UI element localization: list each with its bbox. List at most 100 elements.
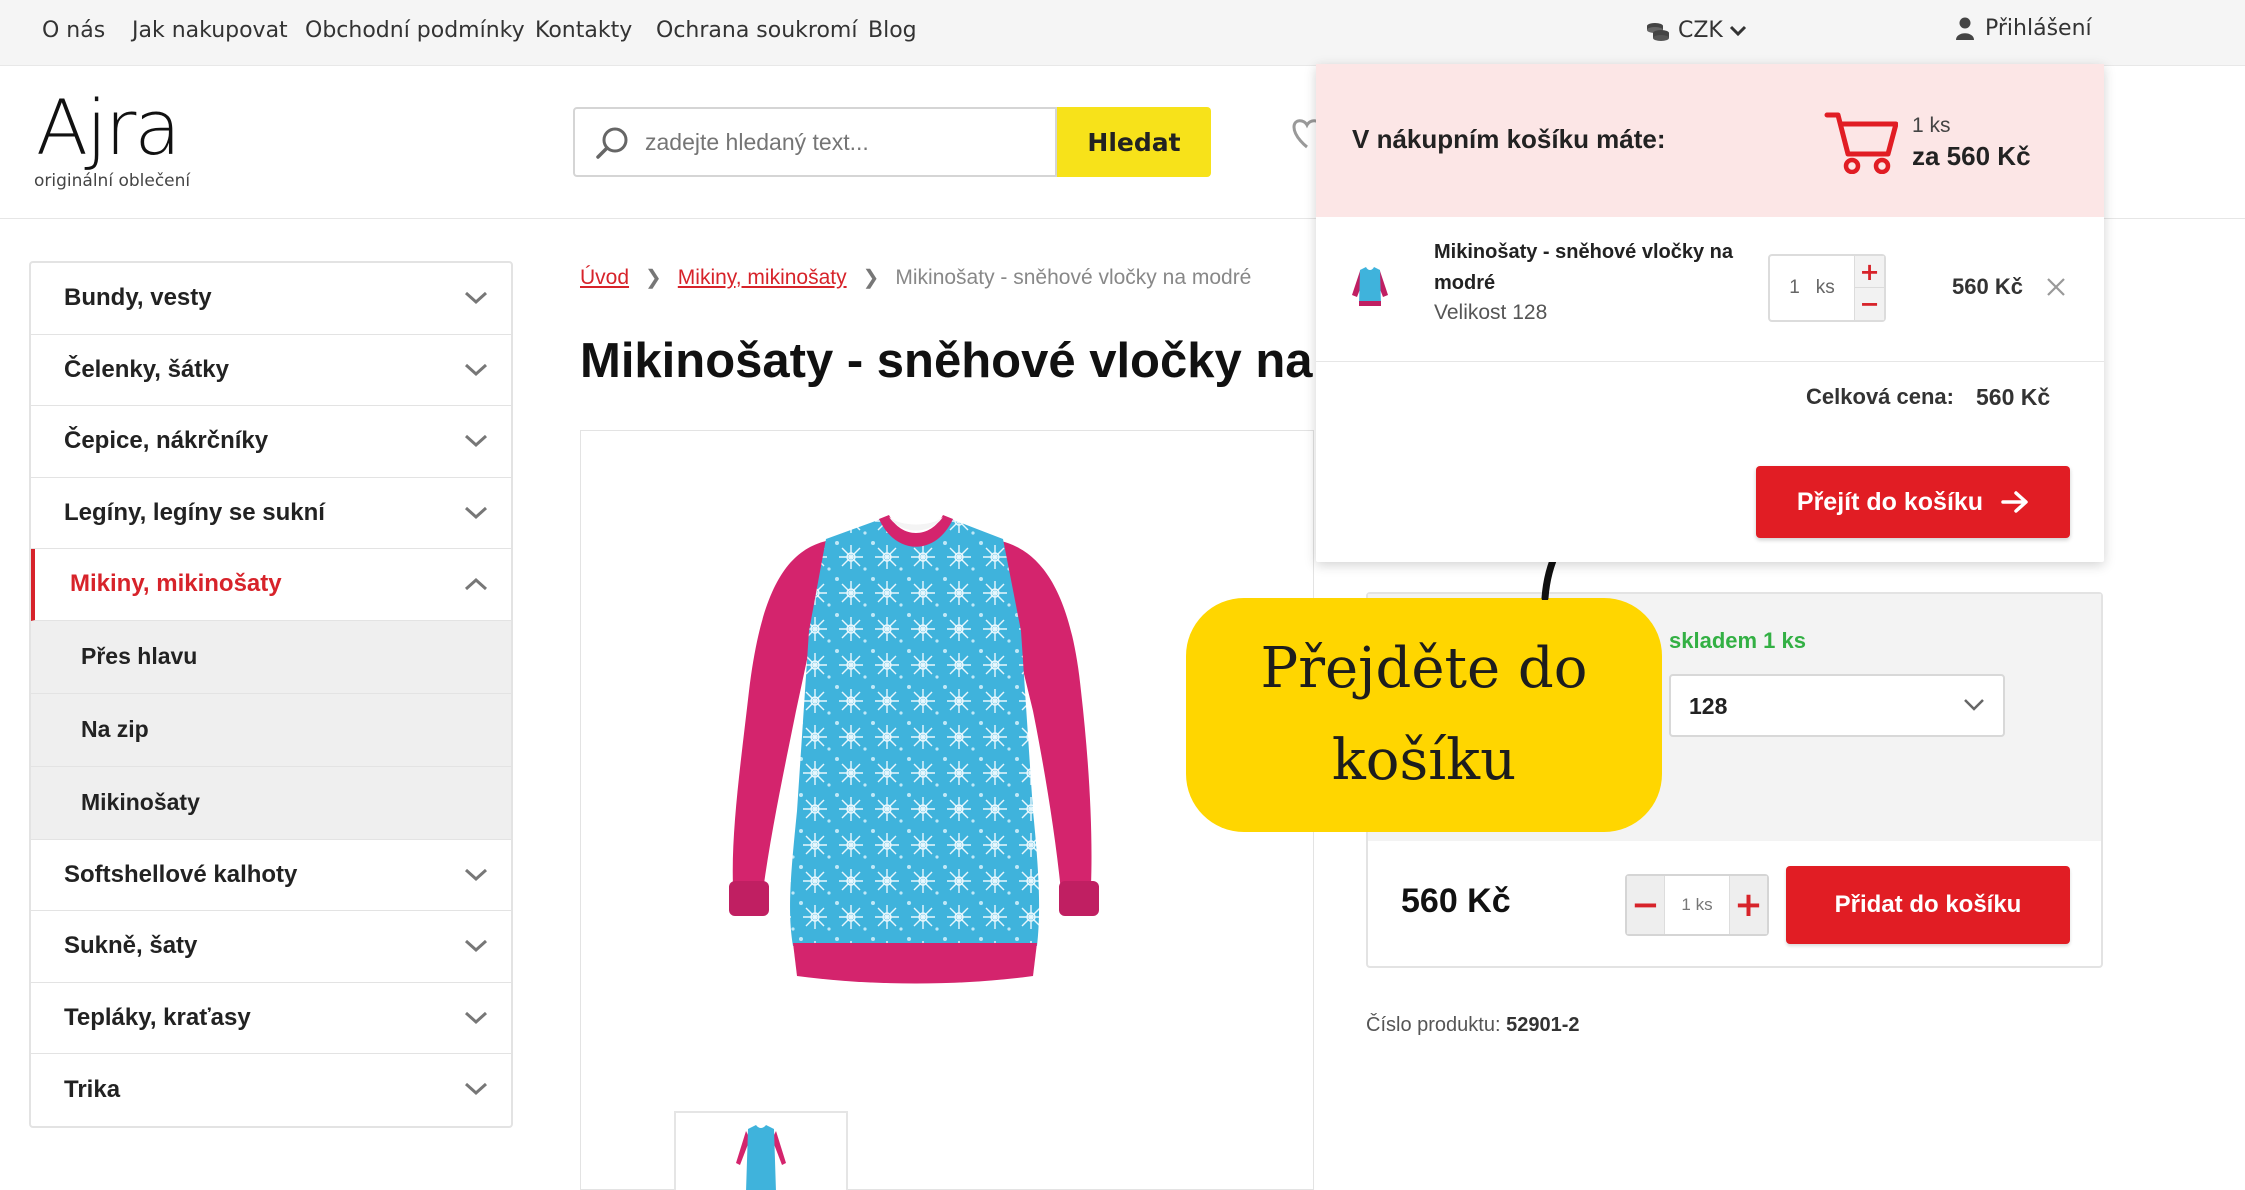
chevron-down-icon [464,868,488,881]
category-item[interactable]: Čelenky, šátky [31,335,511,406]
callout-line-1: Přejděte do [1260,636,1588,701]
chevron-down-icon [1964,699,1984,711]
category-label: Čelenky, šátky [64,355,229,383]
quantity-value[interactable]: 1 ks [1664,876,1730,934]
chevron-down-icon [464,1011,488,1024]
category-label: Softshellové kalhoty [64,860,298,888]
user-icon [1956,17,1974,40]
product-number-label: Číslo produktu: [1366,1014,1501,1036]
category-label: Sukně, šaty [64,932,198,960]
cart-quantity-decrease-button[interactable]: − [1854,288,1884,320]
subcategory-list: Přes hlavu Na zip Mikinošaty [31,620,511,840]
login-link[interactable]: Přihlášení [1955,16,2092,41]
category-sidebar: Bundy, vesty Čelenky, šátky Čepice, nákr… [29,261,513,1128]
nav-link-blog[interactable]: Blog [868,18,917,43]
size-value: 128 [1689,693,1728,719]
login-label: Přihlášení [1985,16,2092,41]
category-label: Trika [64,1075,121,1103]
currency-selector[interactable]: CZK [1646,18,1747,43]
go-to-cart-label: Přejít do košíku [1796,487,1984,516]
top-navigation-bar: O nás Jak nakupovat Obchodní podmínky Ko… [0,0,2245,66]
category-label: Legíny, legíny se sukní [64,498,325,526]
add-to-cart-button[interactable]: Přidat do košíku [1786,866,2070,944]
search-box [573,107,1057,177]
logo[interactable]: Ajra [36,83,181,172]
callout-line-2: košíku [1331,728,1517,793]
category-item[interactable]: Sukně, šaty [31,911,511,983]
breadcrumb-home[interactable]: Úvod [580,266,629,290]
search-input[interactable] [645,129,1045,156]
category-item-active[interactable]: Mikiny, mikinošaty [31,549,511,621]
breadcrumb-category[interactable]: Mikiny, mikinošaty [678,266,847,290]
product-price: 560 Kč [1401,882,1511,920]
quantity-stepper: − 1 ks + [1625,874,1769,936]
chevron-down-icon [464,291,488,305]
cart-popup: V nákupním košíku máte: 1 ks za 560 Kč M… [1316,64,2104,562]
currency-label: CZK [1678,18,1723,43]
chevron-down-icon [464,939,488,953]
cart-quantity-stepper: 1 ks + − [1768,254,1886,322]
quantity-decrease-button[interactable]: − [1627,876,1664,934]
chevron-down-icon [464,363,488,376]
category-label: Mikiny, mikinošaty [70,570,282,598]
thumbnail-image [736,1125,786,1190]
quantity-increase-button[interactable]: + [1730,876,1767,934]
cart-quantity-input[interactable]: 1 ks [1770,256,1854,320]
category-item[interactable]: Bundy, vesty [31,263,511,335]
cart-quantity-increase-button[interactable]: + [1854,256,1884,288]
cart-total-value: 560 Kč [1976,384,2051,410]
category-label: Čepice, nákrčníky [64,427,269,455]
go-to-cart-button[interactable]: Přejít do košíku [1756,466,2070,538]
logo-tagline: originální oblečení [34,171,191,191]
cart-heading: V nákupním košíku máte: [1352,124,1666,154]
nav-link-how-to-buy[interactable]: Jak nakupovat [132,18,288,43]
nav-link-privacy[interactable]: Ochrana soukromí [656,18,857,43]
chevron-up-icon [464,577,488,591]
category-item[interactable]: Trika [31,1054,511,1126]
cart-item-name[interactable]: Mikinošaty - sněhové vločky na modré [1434,237,1764,299]
subcategory-item[interactable]: Na zip [31,693,511,767]
chevron-down-icon [464,1082,488,1096]
cart-item-size: Velikost 128 [1434,301,1548,324]
nav-link-about[interactable]: O nás [42,18,105,43]
stock-status: skladem 1 ks [1669,628,1806,653]
size-select[interactable]: 128 [1669,674,2005,737]
category-label: Tepláky, kraťasy [64,1003,251,1031]
nav-link-terms[interactable]: Obchodní podmínky [305,18,525,43]
cart-popup-header: V nákupním košíku máte: 1 ks za 560 Kč [1316,64,2104,217]
breadcrumb-current: Mikinošaty - sněhové vločky na modré [895,265,1252,289]
cart-count: 1 ks [1912,114,1951,137]
breadcrumb: Úvod ❯ Mikiny, mikinošaty ❯ Mikinošaty -… [580,265,1251,290]
chevron-down-icon [1729,25,1746,36]
chevron-down-icon [464,434,488,448]
product-number: Číslo produktu: 52901-2 [1366,1014,1579,1037]
cart-item-price: 560 Kč [1952,274,2023,299]
search-icon [596,127,628,159]
chevron-right-icon: ❯ [645,267,662,289]
category-item[interactable]: Legíny, legíny se sukní [31,478,511,549]
product-title: Mikinošaty - sněhové vločky na [580,334,1313,388]
chevron-right-icon: ❯ [862,267,880,289]
category-item[interactable]: Čepice, nákrčníky [31,406,511,478]
cart-quantity-value: 1 [1789,277,1800,298]
nav-link-contacts[interactable]: Kontakty [535,18,632,43]
subcategory-item[interactable]: Přes hlavu [31,620,511,694]
category-item[interactable]: Softshellové kalhoty [31,840,511,911]
arrow-right-icon [2001,491,2028,513]
cart-quantity-unit: ks [1815,277,1835,298]
search-button[interactable]: Hledat [1057,107,1211,177]
cart-header-total: za 560 Kč [1912,141,2031,171]
category-label: Bundy, vesty [64,284,212,312]
coins-icon [1647,22,1669,41]
cart-item: Mikinošaty - sněhové vločky na modré Vel… [1316,217,2104,362]
product-number-value: 52901-2 [1506,1014,1580,1036]
subcategory-item[interactable]: Mikinošaty [31,766,511,840]
close-icon[interactable] [2044,275,2068,299]
instruction-callout: Přejděte do košíku [1186,598,1662,832]
product-thumbnail[interactable] [674,1111,848,1190]
chevron-down-icon [464,506,488,519]
category-item[interactable]: Tepláky, kraťasy [31,983,511,1054]
cart-total-label: Celková cena: [1806,384,1954,409]
shopping-cart-icon [1824,112,1898,174]
cart-item-image [1352,267,1388,306]
